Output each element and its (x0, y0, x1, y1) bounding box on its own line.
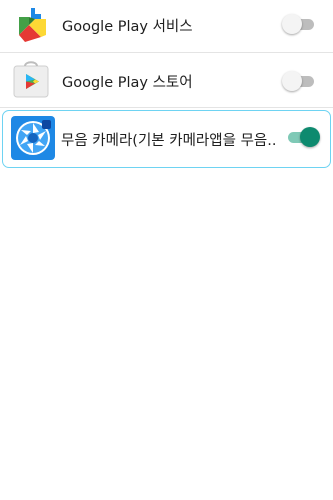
google-play-store-toggle[interactable] (282, 71, 316, 91)
app-row-silent-camera[interactable]: 무음 카메라(기본 카메라앱을 무음.. (2, 110, 331, 168)
toggle-thumb (282, 71, 302, 91)
app-row-google-play-store[interactable]: Google Play 스토어 (0, 54, 333, 108)
silent-camera-toggle[interactable] (286, 127, 320, 147)
toggle-thumb (282, 14, 302, 34)
toggle-thumb (300, 127, 320, 147)
google-play-store-icon (11, 60, 51, 100)
app-label: Google Play 스토어 (62, 75, 193, 91)
app-label: Google Play 서비스 (62, 19, 193, 35)
app-row-google-play-services[interactable]: Google Play 서비스 (0, 0, 333, 54)
google-play-services-toggle[interactable] (282, 14, 316, 34)
silent-camera-shutter-icon (10, 115, 56, 161)
row-divider (0, 107, 333, 108)
google-play-services-icon (11, 5, 51, 45)
app-label: 무음 카메라(기본 카메라앱을 무음.. (61, 133, 277, 149)
row-divider (0, 52, 333, 53)
